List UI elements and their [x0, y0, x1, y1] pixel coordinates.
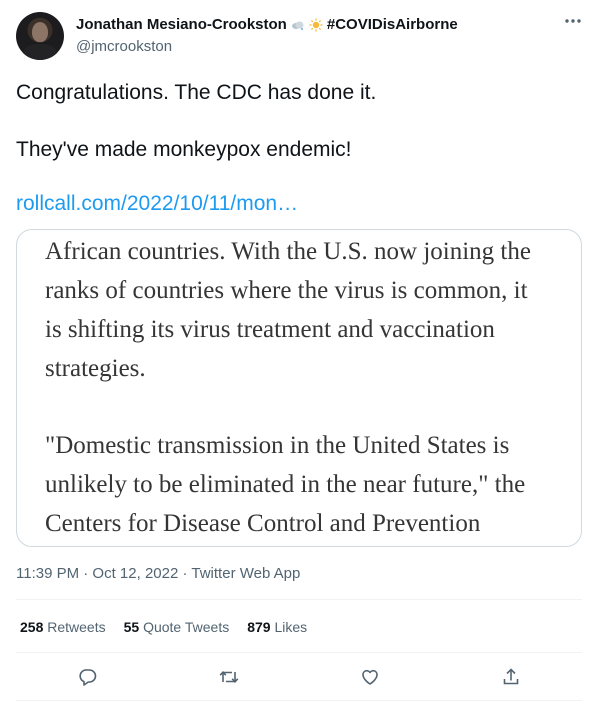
author-display-name[interactable]: Jonathan Mesiano-Crookston: [76, 16, 287, 33]
tweet-link[interactable]: rollcall.com/2022/10/11/mon…: [16, 192, 298, 216]
divider: [16, 599, 582, 600]
reply-icon: [79, 669, 97, 686]
tweet-actions: [16, 660, 582, 694]
article-line: ranks of countries where the virus is co…: [45, 277, 528, 304]
retweet-icon: [219, 671, 239, 683]
quote-tweets-count: 55: [123, 619, 140, 635]
more-options-icon[interactable]: [562, 12, 584, 30]
article-line: unlikely to be eliminated in the near fu…: [45, 471, 526, 498]
engagement-stats: 258 Retweets 55 Quote Tweets 879 Likes: [20, 619, 307, 635]
like-button[interactable]: [353, 660, 387, 694]
tweet-text-line-1: Congratulations. The CDC has done it.: [16, 81, 377, 104]
tweet-text-line-2: They've made monkeypox endemic!: [16, 138, 352, 161]
reply-button[interactable]: [71, 660, 105, 694]
divider: [16, 652, 582, 653]
quote-tweets-stat[interactable]: 55 Quote Tweets: [124, 619, 230, 635]
tweet-meta: 11:39 PM · Oct 12, 2022 · Twitter Web Ap…: [16, 565, 300, 582]
article-screenshot-card[interactable]: African countries. With the U.S. now joi…: [16, 229, 582, 547]
author-name-row[interactable]: Jonathan Mesiano-Crookston #COVIDisAirbo…: [76, 16, 458, 33]
article-line: Centers for Disease Control and Preventi…: [45, 510, 481, 537]
retweets-label: Retweets: [47, 619, 106, 635]
tweet-timestamp[interactable]: 11:39 PM · Oct 12, 2022: [16, 565, 178, 582]
cloud-icon: [291, 18, 305, 32]
avatar-shirt: [23, 44, 57, 60]
article-line: is shifting its virus treatment and vacc…: [45, 316, 495, 343]
likes-label: Likes: [274, 619, 308, 635]
likes-stat[interactable]: 879 Likes: [247, 619, 307, 635]
likes-count: 879: [247, 619, 271, 635]
sun-icon: [309, 18, 323, 32]
avatar[interactable]: [16, 12, 64, 60]
article-line: strategies.: [45, 355, 146, 382]
author-handle[interactable]: @jmcrookston: [76, 38, 172, 55]
share-icon: [503, 668, 519, 685]
retweets-stat[interactable]: 258 Retweets: [20, 619, 106, 635]
avatar-face: [32, 22, 48, 42]
article-line: African countries. With the U.S. now joi…: [45, 238, 531, 265]
article-line: "Domestic transmission in the United Sta…: [45, 432, 510, 459]
tweet-source[interactable]: Twitter Web App: [191, 565, 300, 582]
author-name-hashtag: #COVIDisAirborne: [326, 16, 458, 33]
retweet-button[interactable]: [212, 660, 246, 694]
quote-tweets-label: Quote Tweets: [143, 619, 230, 635]
heart-icon: [362, 669, 378, 685]
share-button[interactable]: [494, 660, 528, 694]
retweets-count: 258: [20, 619, 44, 635]
